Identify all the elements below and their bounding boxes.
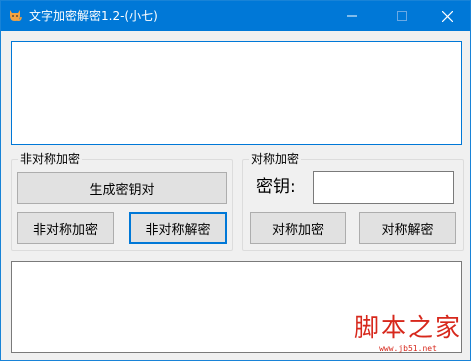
asymmetric-encrypt-button[interactable]: 非对称加密 — [17, 212, 114, 244]
key-input[interactable] — [313, 171, 454, 204]
window-title: 文字加密解密1.2-(小七) — [29, 9, 158, 23]
minimize-icon[interactable] — [329, 1, 375, 31]
generate-keypair-button[interactable]: 生成密钥对 — [17, 172, 227, 204]
asymmetric-decrypt-button[interactable]: 非对称解密 — [129, 212, 227, 244]
input-textarea[interactable] — [11, 41, 462, 145]
site-watermark: 脚本之家 www.jb51.net — [349, 313, 467, 357]
title-bar[interactable]: 文字加密解密1.2-(小七) — [1, 1, 470, 31]
app-window: 文字加密解密1.2-(小七) 非对称加密 生成密钥对 非对称加密 非对称解密 对… — [0, 0, 471, 361]
symmetric-decrypt-button[interactable]: 对称解密 — [359, 212, 456, 244]
watermark-title: 脚本之家 — [353, 313, 462, 342]
symmetric-encrypt-button[interactable]: 对称加密 — [250, 212, 346, 244]
symmetric-group-label: 对称加密 — [249, 152, 302, 166]
cat-icon — [7, 8, 23, 24]
close-icon[interactable] — [424, 1, 470, 31]
watermark-url: www.jb51.net — [379, 344, 437, 353]
maximize-icon[interactable] — [379, 1, 425, 31]
key-label: 密钥: — [256, 177, 296, 197]
asymmetric-group-label: 非对称加密 — [18, 152, 83, 166]
